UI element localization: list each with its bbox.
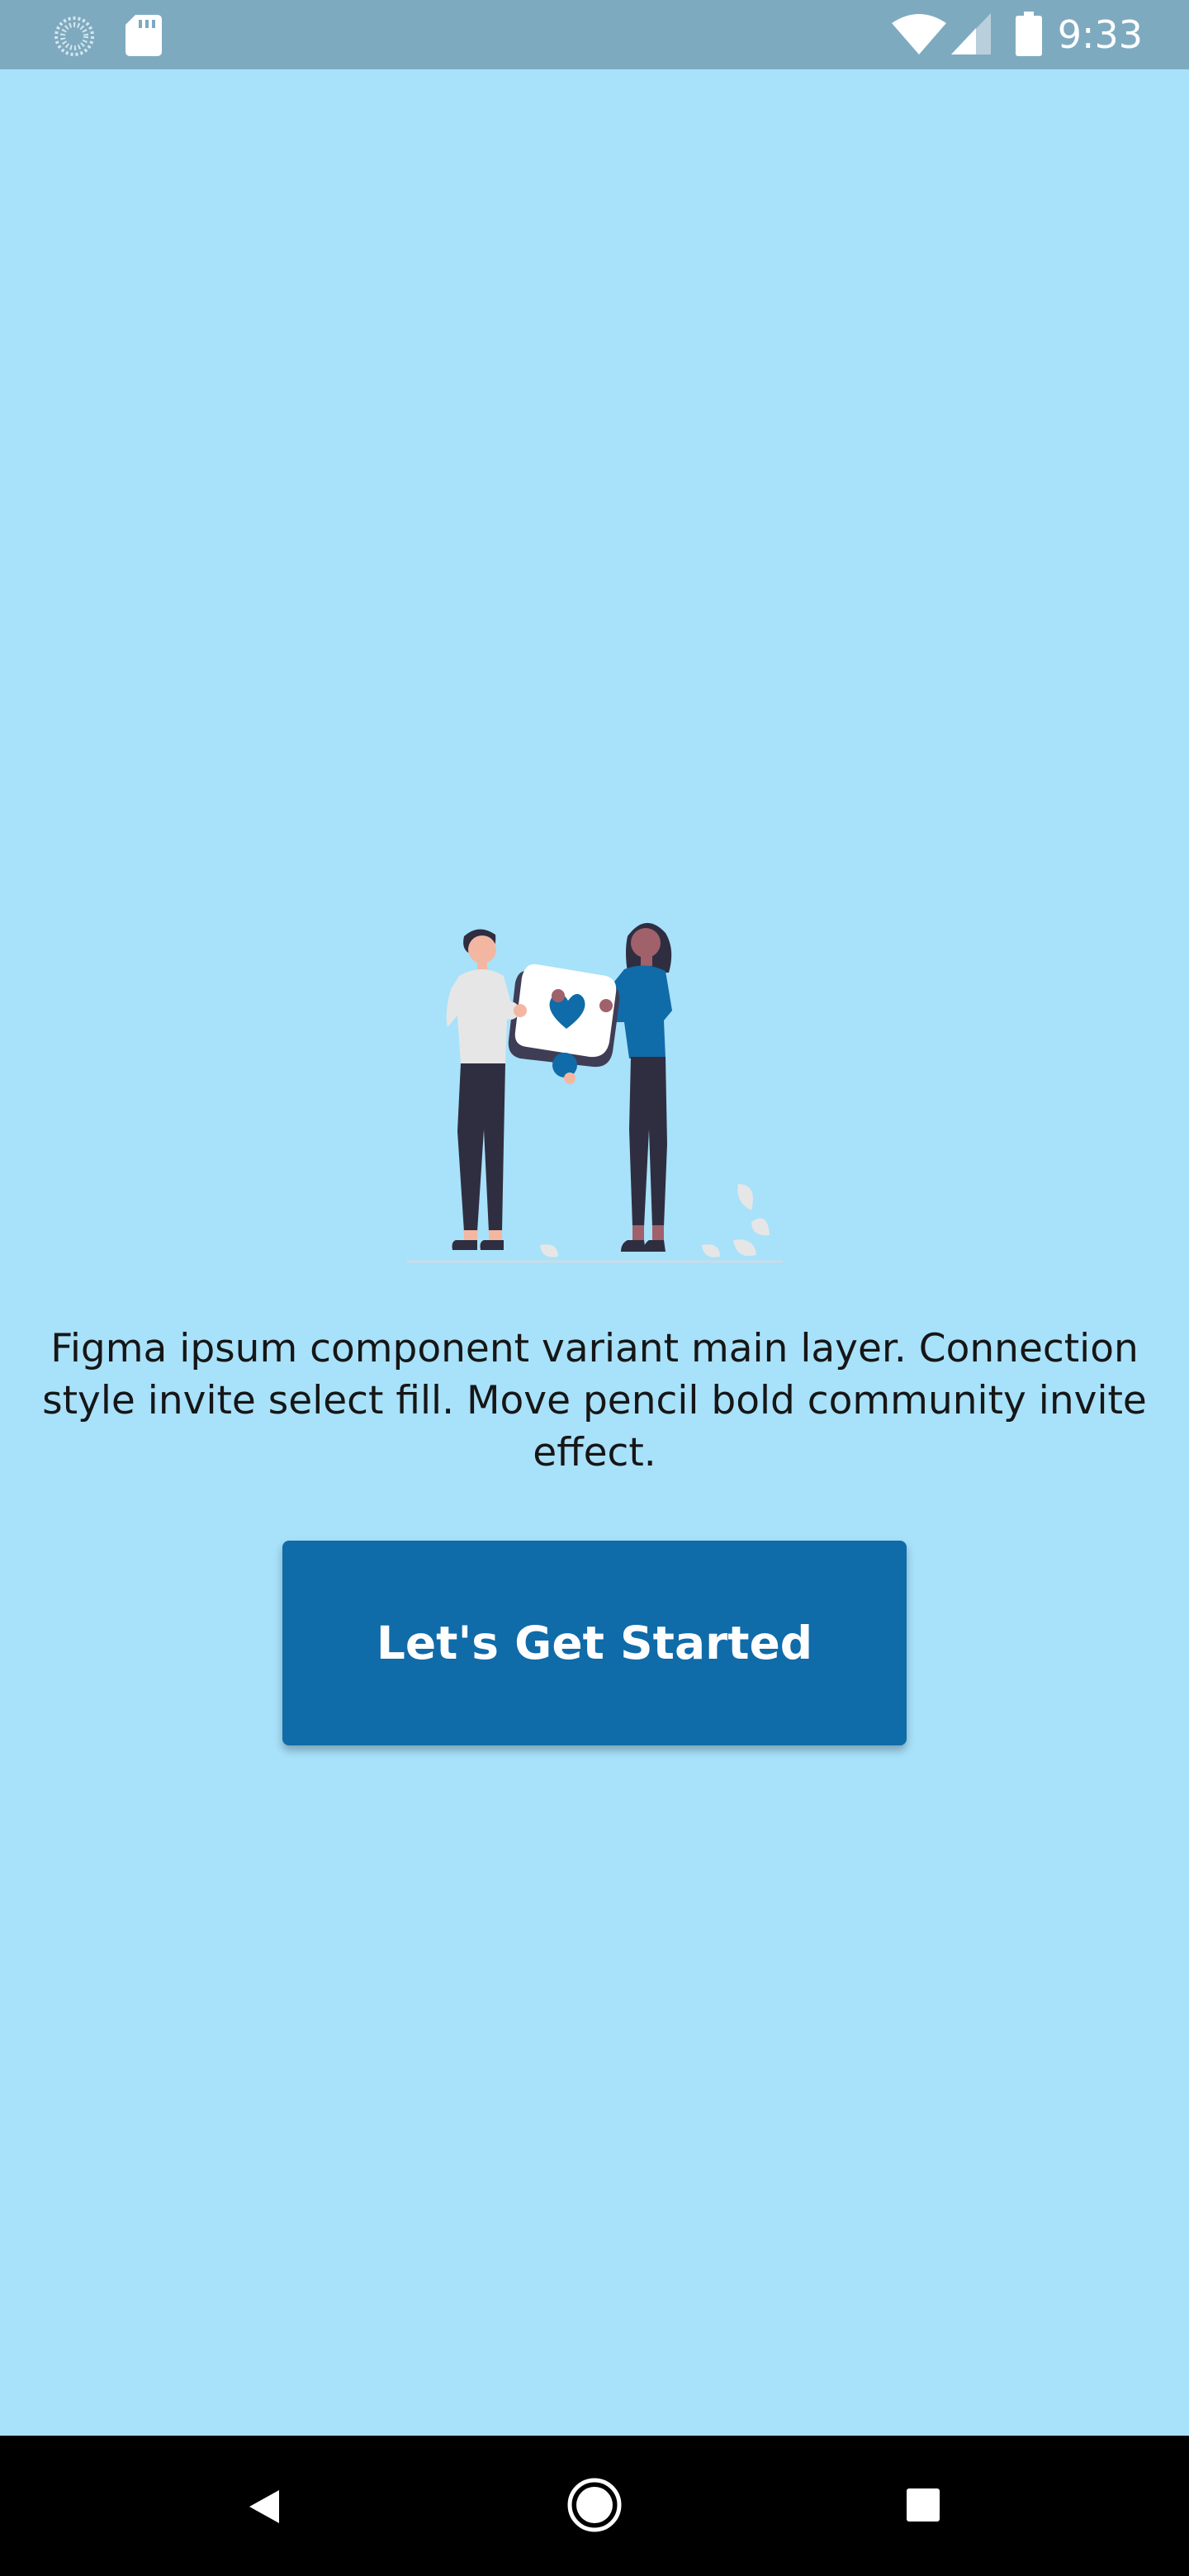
spinner-icon (54, 17, 94, 56)
recents-icon (907, 2488, 940, 2522)
sd-card-icon (126, 15, 162, 56)
main-content: Figma ipsum component variant main layer… (0, 69, 1189, 2436)
status-bar: 9:33 (0, 0, 1189, 69)
people-holding-puzzle-illustration (406, 922, 783, 1263)
home-button[interactable] (528, 2436, 661, 2576)
back-button[interactable] (198, 2436, 330, 2576)
home-icon (567, 2478, 622, 2532)
lets-get-started-button[interactable]: Let's Get Started (282, 1541, 907, 1745)
description-text: Figma ipsum component variant main layer… (42, 1326, 1147, 1475)
back-icon (249, 2490, 279, 2523)
wifi-icon (892, 14, 946, 54)
cellular-signal-icon (951, 13, 991, 54)
status-time: 9:33 (1057, 12, 1143, 57)
battery-icon (1016, 12, 1042, 56)
recents-button[interactable] (857, 2436, 989, 2576)
navigation-bar (0, 2436, 1189, 2576)
